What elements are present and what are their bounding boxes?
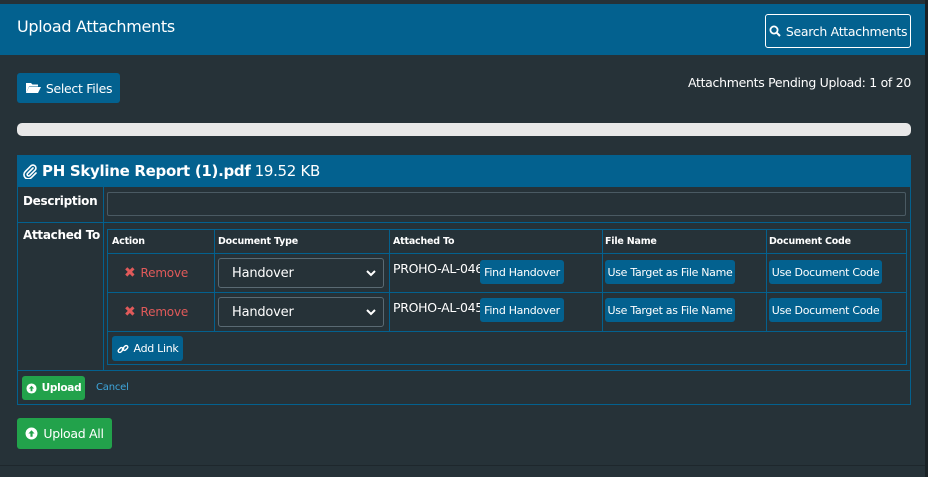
remove-label: Remove xyxy=(140,305,189,319)
column-header-action: Action xyxy=(112,236,145,247)
column-header-file-name: File Name xyxy=(605,236,657,247)
attachments-table: Action Document Type Attached To File Na… xyxy=(107,229,907,365)
label-column-divider xyxy=(103,186,104,370)
column-header-document-type: Document Type xyxy=(218,236,298,247)
use-target-as-file-name-button[interactable]: Use Target as File Name xyxy=(605,298,735,322)
cancel-link[interactable]: Cancel xyxy=(96,382,129,393)
file-attachment-panel: PH Skyline Report (1).pdf 19.52 KB Descr… xyxy=(17,155,911,405)
upload-button[interactable]: Upload xyxy=(22,376,85,400)
column-header-attached-to: Attached To xyxy=(393,236,455,247)
description-label: Description xyxy=(23,194,98,208)
document-type-select[interactable]: Handover xyxy=(218,297,384,327)
divider xyxy=(108,331,906,332)
search-attachments-button[interactable]: Search Attachments xyxy=(765,14,911,48)
file-size: 19.52 KB xyxy=(254,162,321,180)
document-type-select[interactable]: Handover xyxy=(218,258,384,288)
upload-circle-icon xyxy=(26,382,37,394)
select-files-label: Select Files xyxy=(45,80,113,96)
find-handover-button[interactable]: Find Handover xyxy=(480,298,564,322)
upload-all-label: Upload All xyxy=(43,426,104,441)
divider xyxy=(18,186,910,187)
divider xyxy=(214,230,215,331)
remove-link[interactable]: ✖ Remove xyxy=(124,265,188,281)
upload-progress-bar xyxy=(17,123,911,136)
link-icon xyxy=(117,344,129,353)
remove-label: Remove xyxy=(140,266,189,280)
pending-upload-count: Attachments Pending Upload: 1 of 20 xyxy=(687,75,911,90)
document-type-value: Handover xyxy=(232,265,294,281)
add-link-button[interactable]: Add Link xyxy=(112,336,183,361)
divider xyxy=(0,465,925,466)
divider xyxy=(108,292,906,293)
file-name: PH Skyline Report (1).pdf xyxy=(42,162,251,180)
divider xyxy=(389,230,390,331)
close-icon: ✖ xyxy=(124,265,136,281)
document-type-value: Handover xyxy=(232,304,294,320)
attached-to-value: PROHO-AL-045 xyxy=(393,300,483,315)
divider xyxy=(108,253,906,254)
attached-to-label: Attached To xyxy=(23,228,100,242)
close-icon: ✖ xyxy=(124,304,136,320)
use-document-code-button[interactable]: Use Document Code xyxy=(769,298,882,322)
upload-circle-icon xyxy=(25,427,38,440)
divider xyxy=(602,230,603,331)
page-title: Upload Attachments xyxy=(17,17,175,36)
chevron-down-icon xyxy=(366,309,376,316)
upload-all-button[interactable]: Upload All xyxy=(17,418,112,449)
use-target-as-file-name-button[interactable]: Use Target as File Name xyxy=(605,260,735,284)
use-document-code-button[interactable]: Use Document Code xyxy=(769,260,882,284)
folder-open-icon xyxy=(25,83,41,93)
attached-to-value: PROHO-AL-046 xyxy=(393,261,483,276)
file-header: PH Skyline Report (1).pdf 19.52 KB xyxy=(18,156,910,186)
page-header: Upload Attachments Search Attachments xyxy=(0,4,925,55)
divider xyxy=(18,222,910,223)
search-attachments-label: Search Attachments xyxy=(785,23,908,39)
add-link-label: Add Link xyxy=(133,342,179,355)
select-files-button[interactable]: Select Files xyxy=(17,73,120,103)
find-handover-button[interactable]: Find Handover xyxy=(480,260,564,284)
upload-label: Upload xyxy=(41,382,82,394)
chevron-down-icon xyxy=(366,270,376,277)
divider xyxy=(18,370,910,371)
description-input[interactable] xyxy=(107,192,906,216)
remove-link[interactable]: ✖ Remove xyxy=(124,304,188,320)
column-header-document-code: Document Code xyxy=(769,236,851,247)
search-icon xyxy=(769,25,781,37)
divider xyxy=(766,230,767,331)
paperclip-icon xyxy=(23,164,37,179)
